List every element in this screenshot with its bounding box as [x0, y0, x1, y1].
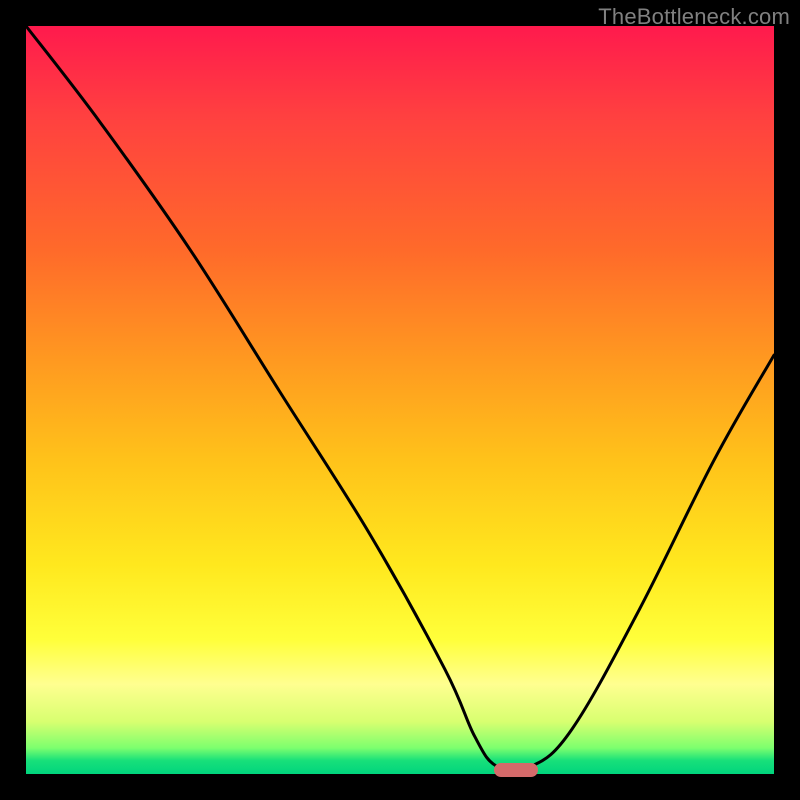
- optimal-marker: [494, 763, 539, 777]
- bottleneck-curve: [26, 26, 774, 771]
- chart-frame: TheBottleneck.com: [0, 0, 800, 800]
- plot-area: [26, 26, 774, 774]
- watermark-text: TheBottleneck.com: [598, 4, 790, 30]
- chart-svg: [26, 26, 774, 774]
